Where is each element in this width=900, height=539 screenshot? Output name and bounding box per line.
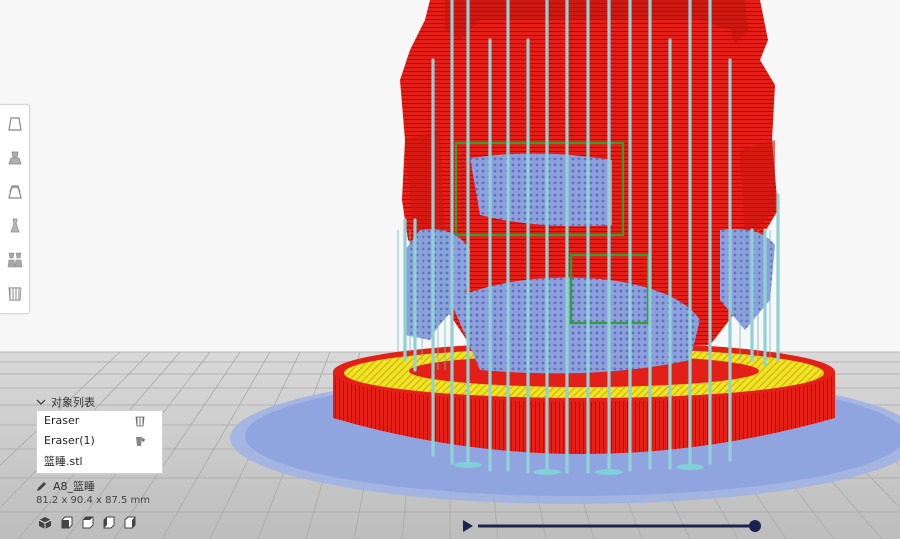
left-view-icon[interactable] bbox=[101, 516, 115, 530]
top-view-icon[interactable] bbox=[80, 516, 94, 530]
3d-view-icon[interactable] bbox=[38, 516, 52, 530]
object-list-title: 对象列表 bbox=[51, 396, 95, 409]
support-blocker-icon bbox=[8, 287, 21, 301]
support-blocker-icon bbox=[135, 416, 145, 427]
front-view-icon[interactable] bbox=[59, 516, 73, 530]
tool-rail bbox=[0, 104, 30, 314]
selected-object-name[interactable]: A8_篮睡 bbox=[36, 478, 95, 494]
list-item-label: Eraser bbox=[44, 414, 80, 427]
mirror-icon bbox=[9, 218, 20, 233]
rotate-icon bbox=[7, 185, 22, 199]
scale-icon bbox=[7, 151, 22, 165]
chevron-down-icon bbox=[36, 399, 46, 405]
support-blocker-icon bbox=[136, 437, 145, 446]
right-view-icon[interactable] bbox=[122, 516, 136, 530]
object-list: Eraser Eraser(1) 篮睡.stl bbox=[36, 410, 163, 474]
scale-tool-button[interactable] bbox=[0, 141, 29, 175]
list-item-label: Eraser(1) bbox=[44, 434, 95, 447]
list-item[interactable]: 篮睡.stl bbox=[44, 452, 154, 472]
pencil-icon bbox=[37, 481, 46, 491]
slider-right-handle bbox=[749, 520, 761, 532]
support-blocker-button[interactable] bbox=[0, 277, 29, 311]
view-buttons bbox=[38, 516, 136, 530]
object-list-header[interactable]: 对象列表 bbox=[36, 394, 95, 410]
mirror-tool-button[interactable] bbox=[0, 209, 29, 243]
per-model-settings-icon bbox=[7, 252, 22, 268]
rotate-tool-button[interactable] bbox=[0, 175, 29, 209]
move-tool-button[interactable] bbox=[0, 107, 29, 141]
selected-object-label: A8_篮睡 bbox=[53, 480, 96, 493]
object-dimensions: 81.2 x 90.4 x 87.5 mm bbox=[36, 495, 151, 506]
list-item-label: 篮睡.stl bbox=[44, 455, 83, 468]
per-model-settings-button[interactable] bbox=[0, 243, 29, 277]
move-icon bbox=[7, 117, 22, 131]
